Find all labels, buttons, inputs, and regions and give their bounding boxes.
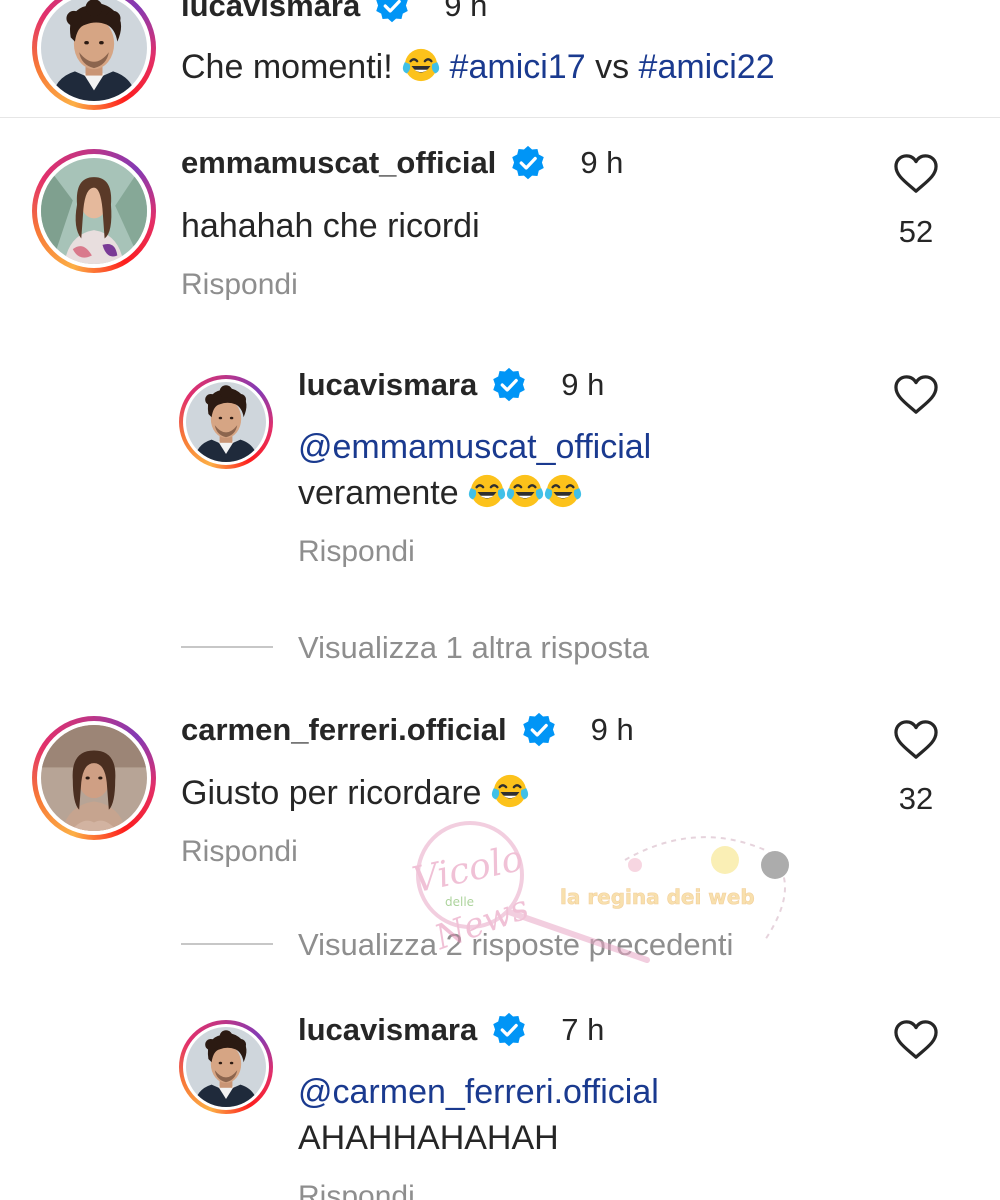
profile-photo xyxy=(41,725,147,831)
laughing-emoji-icon xyxy=(491,772,529,810)
thread-line xyxy=(181,646,273,648)
laughing-emoji-icon xyxy=(468,472,506,510)
username-text: lucavismara xyxy=(298,367,478,402)
avatar-lucavismara[interactable] xyxy=(179,375,273,469)
laughing-emoji-icon xyxy=(506,472,544,510)
caption-text: Che momenti! #amici17 vs #amici22 xyxy=(181,44,775,90)
comment-username[interactable]: lucavismara 7 h xyxy=(298,1012,604,1048)
view-more-replies-button[interactable]: Visualizza 1 altra risposta xyxy=(298,630,649,666)
like-heart-icon[interactable] xyxy=(893,153,939,195)
comment-time: 7 h xyxy=(561,1012,605,1047)
profile-photo xyxy=(186,382,266,462)
caption-body: Che momenti! xyxy=(181,48,403,86)
like-count[interactable]: 32 xyxy=(886,781,946,817)
username-text: lucavismara xyxy=(181,0,361,23)
avatar-emmamuscat[interactable] xyxy=(32,149,156,273)
comment-text: hahahah che ricordi xyxy=(181,207,480,245)
comment-username[interactable]: lucavismara 9 h xyxy=(298,367,604,403)
comment-time: 9 h xyxy=(561,367,605,402)
reply-button[interactable]: Rispondi xyxy=(298,535,415,569)
mention-link[interactable]: @emmamuscat_official xyxy=(298,424,651,470)
laughing-emoji-icon xyxy=(544,472,582,510)
comment-text: AHAHHAHAHAH xyxy=(298,1119,559,1157)
watermark-brand1-small: delle xyxy=(445,895,474,909)
comment-text: Giusto per ricordare xyxy=(181,770,529,816)
caption-username[interactable]: lucavismara 9 h xyxy=(181,0,487,24)
comment-text: veramente xyxy=(298,470,582,516)
like-heart-icon[interactable] xyxy=(893,1019,939,1061)
view-previous-replies-button[interactable]: Visualizza 2 risposte precedenti xyxy=(298,927,733,963)
reply-button[interactable]: Rispondi xyxy=(181,835,298,869)
thread-line xyxy=(181,943,273,945)
username-text: carmen_ferreri.official xyxy=(181,712,507,747)
comment-time: 9 h xyxy=(590,712,634,747)
comment-username[interactable]: emmamuscat_official 9 h xyxy=(181,145,623,181)
username-text: emmamuscat_official xyxy=(181,145,497,180)
comment-time: 9 h xyxy=(580,145,624,180)
like-heart-icon[interactable] xyxy=(893,719,939,761)
verified-badge-icon xyxy=(510,145,546,181)
watermark-brand2: la regina dei web xyxy=(560,885,755,909)
verified-badge-icon xyxy=(521,712,557,748)
avatar-lucavismara[interactable] xyxy=(179,1020,273,1114)
reply-button[interactable]: Rispondi xyxy=(181,268,298,302)
profile-photo xyxy=(41,0,147,101)
verified-badge-icon xyxy=(491,367,527,403)
comment-username[interactable]: carmen_ferreri.official 9 h xyxy=(181,712,634,748)
profile-photo xyxy=(186,1027,266,1107)
hashtag-amici22[interactable]: #amici22 xyxy=(639,48,775,86)
username-text: lucavismara xyxy=(298,1012,478,1047)
avatar-lucavismara[interactable] xyxy=(32,0,156,110)
avatar-carmen-ferreri[interactable] xyxy=(32,716,156,840)
watermark-brand1: Vicolo xyxy=(409,838,527,901)
hashtag-amici17[interactable]: #amici17 xyxy=(450,48,586,86)
verified-badge-icon xyxy=(374,0,410,24)
reply-button[interactable]: Rispondi xyxy=(298,1180,415,1200)
like-count[interactable]: 52 xyxy=(886,214,946,250)
verified-badge-icon xyxy=(491,1012,527,1048)
like-heart-icon[interactable] xyxy=(893,374,939,416)
comment-body: Giusto per ricordare xyxy=(181,774,491,812)
caption-divider xyxy=(0,117,1000,118)
mention-link[interactable]: @carmen_ferreri.official xyxy=(298,1069,659,1115)
laughing-emoji-icon xyxy=(402,46,440,84)
comment-body: veramente xyxy=(298,474,469,512)
profile-photo xyxy=(41,158,147,264)
caption-time: 9 h xyxy=(444,0,488,23)
caption-vs: vs xyxy=(585,48,639,86)
